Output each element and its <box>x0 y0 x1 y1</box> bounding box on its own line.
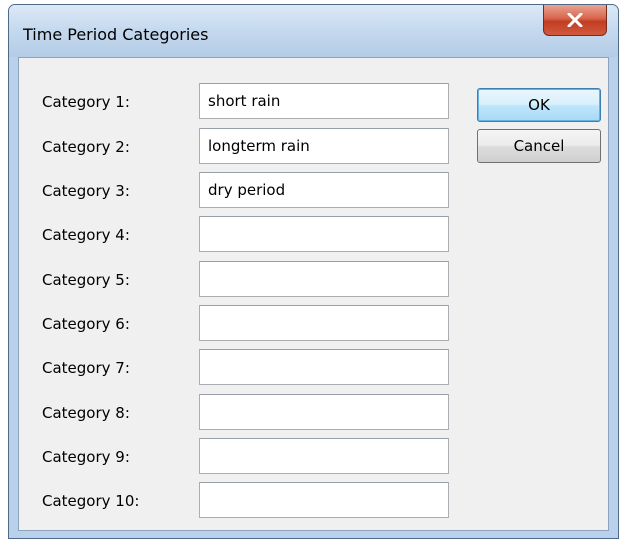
category-2-input[interactable] <box>199 128 449 164</box>
dialog-window: Time Period Categories Category 1: Categ… <box>8 4 619 539</box>
category-9-input[interactable] <box>199 438 449 474</box>
category-2-label: Category 2: <box>42 138 130 156</box>
category-6-label: Category 6: <box>42 315 130 333</box>
title-bar[interactable]: Time Period Categories <box>9 5 618 57</box>
category-4-label: Category 4: <box>42 226 130 244</box>
ok-button[interactable]: OK <box>477 88 601 122</box>
category-8-label: Category 8: <box>42 404 130 422</box>
category-7-label: Category 7: <box>42 359 130 377</box>
category-5-label: Category 5: <box>42 271 130 289</box>
category-10-input[interactable] <box>199 482 449 518</box>
close-icon <box>567 13 583 27</box>
category-3-input[interactable] <box>199 172 449 208</box>
dialog-body: Category 1: Category 2: Category 3: Cate… <box>18 57 609 531</box>
category-9-label: Category 9: <box>42 448 130 466</box>
close-button[interactable] <box>543 5 607 36</box>
window-title: Time Period Categories <box>23 25 209 44</box>
category-1-input[interactable] <box>199 83 449 119</box>
category-1-label: Category 1: <box>42 93 130 111</box>
category-3-label: Category 3: <box>42 182 130 200</box>
category-5-input[interactable] <box>199 261 449 297</box>
category-4-input[interactable] <box>199 216 449 252</box>
category-10-label: Category 10: <box>42 492 140 510</box>
category-8-input[interactable] <box>199 394 449 430</box>
cancel-button[interactable]: Cancel <box>477 129 601 163</box>
category-7-input[interactable] <box>199 349 449 385</box>
category-6-input[interactable] <box>199 305 449 341</box>
